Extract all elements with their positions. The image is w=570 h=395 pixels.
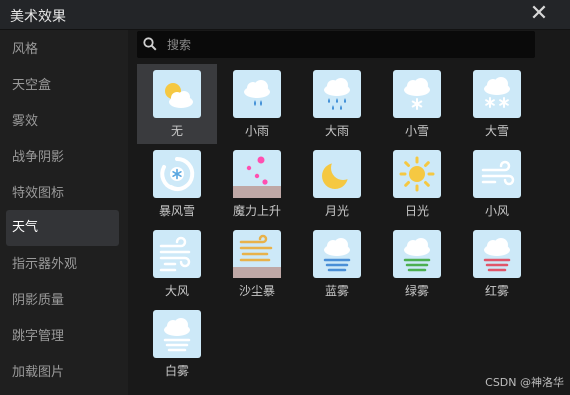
sidebar-item-fog[interactable]: 雾效: [6, 104, 119, 140]
weather-item-label: 绿雾: [404, 284, 429, 298]
sun-icon: [399, 156, 435, 192]
weather-item-green-fog[interactable]: 绿雾: [377, 224, 457, 304]
weather-item-none[interactable]: 无: [137, 64, 217, 144]
weather-item-moonlight[interactable]: 月光: [297, 144, 377, 224]
sidebar-item-style[interactable]: 风格: [6, 32, 119, 68]
weather-item-light-wind[interactable]: 小风: [457, 144, 537, 224]
weather-item-sunlight[interactable]: 日光: [377, 144, 457, 224]
weather-item-label: 蓝雾: [324, 284, 349, 298]
weather-item-label: 大雪: [484, 124, 509, 138]
weather-item-label: 白雾: [164, 364, 189, 378]
search-bar: [137, 31, 535, 58]
sun-cloud-icon: [165, 83, 193, 108]
weather-item-label: 大风: [164, 284, 189, 298]
weather-item-label: 大雨: [324, 124, 349, 138]
weather-item-magic-rise[interactable]: 魔力上升: [217, 144, 297, 224]
white-fog-icon: [163, 318, 191, 352]
sidebar-item-weather[interactable]: 天气: [6, 210, 119, 246]
moon-icon: [322, 156, 355, 189]
sidebar-item-skybox[interactable]: 天空盒: [6, 68, 119, 104]
weather-item-heavy-rain[interactable]: 大雨: [297, 64, 377, 144]
weather-item-red-fog[interactable]: 红雾: [457, 224, 537, 304]
watermark: CSDN @神洛华: [485, 376, 564, 389]
weather-item-light-snow[interactable]: 小雪: [377, 64, 457, 144]
search-icon: [143, 37, 157, 51]
green-fog-icon: [403, 238, 431, 272]
blue-fog-icon: [323, 238, 351, 272]
magic-rise-icon: [233, 156, 281, 198]
weather-item-label: 魔力上升: [232, 204, 281, 218]
weather-item-label: 小雪: [404, 124, 429, 138]
red-fog-icon: [483, 238, 511, 272]
light-snow-icon: [404, 78, 430, 110]
sidebar: 风格 天空盒 雾效 战争阴影 特效图标 天气 指示器外观 阴影质量 跳字管理 加…: [0, 30, 128, 395]
light-rain-icon: [244, 80, 270, 106]
weather-item-label: 红雾: [484, 284, 509, 298]
weather-item-label: 小风: [484, 204, 509, 218]
weather-item-sandstorm[interactable]: 沙尘暴: [217, 224, 297, 304]
weather-item-label: 沙尘暴: [238, 284, 275, 298]
heavy-snow-icon: [484, 77, 510, 108]
sidebar-item-effect-icons[interactable]: 特效图标: [6, 176, 119, 212]
sidebar-item-indicator[interactable]: 指示器外观: [6, 247, 119, 283]
weather-item-label: 无: [170, 124, 183, 138]
sidebar-item-shadow-quality[interactable]: 阴影质量: [6, 283, 119, 319]
light-wind-icon: [481, 160, 515, 186]
content-area: 无 小雨 大雨: [128, 30, 570, 395]
weather-item-blue-fog[interactable]: 蓝雾: [297, 224, 377, 304]
window-title: 美术效果: [10, 9, 66, 25]
close-icon[interactable]: ✕: [528, 3, 550, 25]
search-input[interactable]: [165, 34, 529, 56]
weather-item-label: 月光: [324, 204, 349, 218]
sidebar-item-loading-image[interactable]: 加载图片: [6, 355, 119, 391]
heavy-rain-icon: [324, 78, 350, 110]
sandstorm-icon: [233, 234, 281, 278]
weather-item-light-rain[interactable]: 小雨: [217, 64, 297, 144]
sidebar-item-fog-of-war[interactable]: 战争阴影: [6, 140, 119, 176]
title-bar: 美术效果 ✕: [0, 0, 570, 30]
weather-item-heavy-snow[interactable]: 大雪: [457, 64, 537, 144]
weather-item-blizzard[interactable]: 暴风雪: [137, 144, 217, 224]
weather-item-label: 暴风雪: [158, 204, 195, 218]
sidebar-item-damage-text[interactable]: 跳字管理: [6, 319, 119, 355]
weather-item-strong-wind[interactable]: 大风: [137, 224, 217, 304]
weather-item-label: 日光: [404, 204, 429, 218]
blizzard-icon: [160, 156, 195, 191]
strong-wind-icon: [159, 236, 191, 272]
weather-item-white-fog[interactable]: 白雾: [137, 304, 217, 384]
weather-item-label: 小雨: [244, 124, 269, 138]
